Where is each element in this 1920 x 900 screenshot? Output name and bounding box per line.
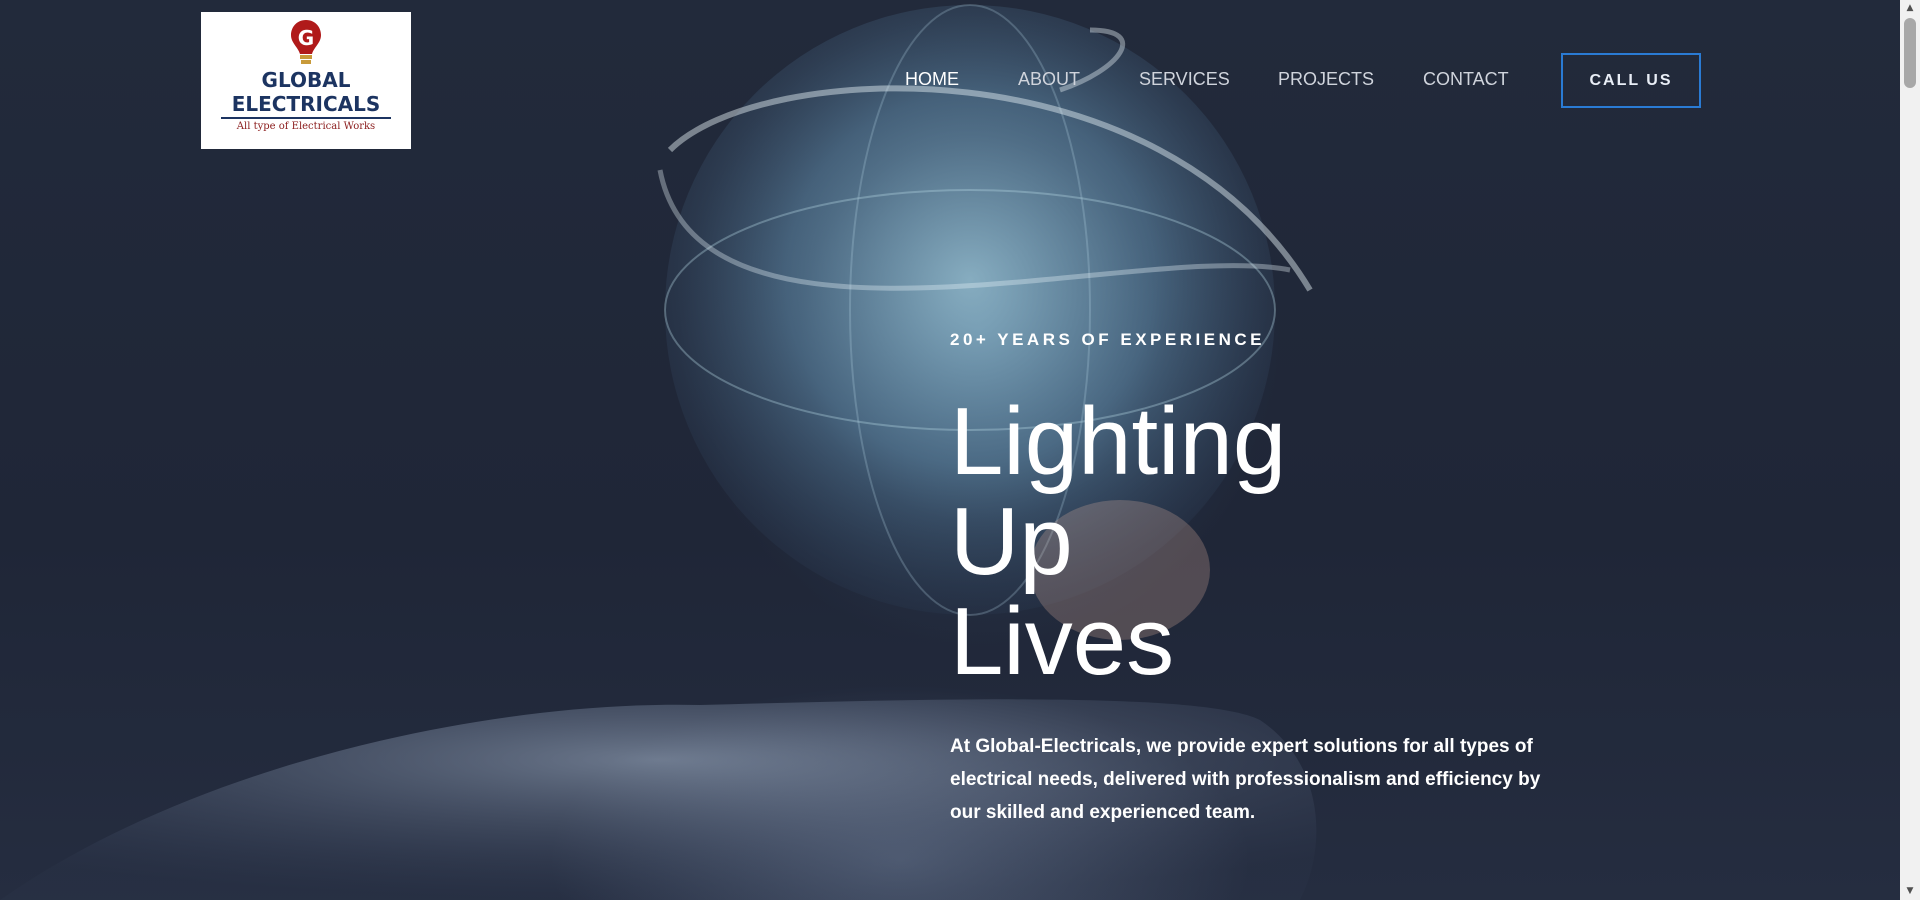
hero-description: At Global-Electricals, we provide expert… <box>950 736 1541 823</box>
main-navigation: HOME ABOUT SERVICES PROJECTS CONTACT CAL… <box>0 53 1900 108</box>
nav-item-services[interactable]: SERVICES <box>1139 69 1230 90</box>
hero-eyebrow: 20+ YEARS OF EXPERIENCE <box>950 330 1265 349</box>
brand-tagline: All type of Electrical Works <box>236 121 376 132</box>
hero-headline-line3: Lives <box>950 588 1175 695</box>
nav-item-home[interactable]: HOME <box>905 69 959 90</box>
nav-item-projects[interactable]: PROJECTS <box>1278 69 1374 90</box>
hero-headline-line1: Lighting <box>950 388 1287 495</box>
page: G GLOBAL ELECTRICALS All type of Electri… <box>0 0 1920 900</box>
hero-headline: Lighting Up Lives <box>950 392 1650 692</box>
scrollbar-thumb[interactable] <box>1904 18 1916 88</box>
scroll-up-arrow-icon[interactable]: ▲ <box>1900 0 1920 17</box>
svg-text:G: G <box>298 26 314 50</box>
nav-item-about[interactable]: ABOUT <box>1018 69 1080 90</box>
nav-item-contact[interactable]: CONTACT <box>1423 69 1509 90</box>
hero-headline-line2: Up <box>950 488 1073 595</box>
scroll-down-arrow-icon[interactable]: ▼ <box>1900 883 1920 900</box>
hero-content: 20+ YEARS OF EXPERIENCE Lighting Up Live… <box>950 330 1650 848</box>
page-scrollbar[interactable]: ▲ ▼ <box>1900 0 1920 900</box>
call-us-button[interactable]: CALL US <box>1561 53 1701 108</box>
